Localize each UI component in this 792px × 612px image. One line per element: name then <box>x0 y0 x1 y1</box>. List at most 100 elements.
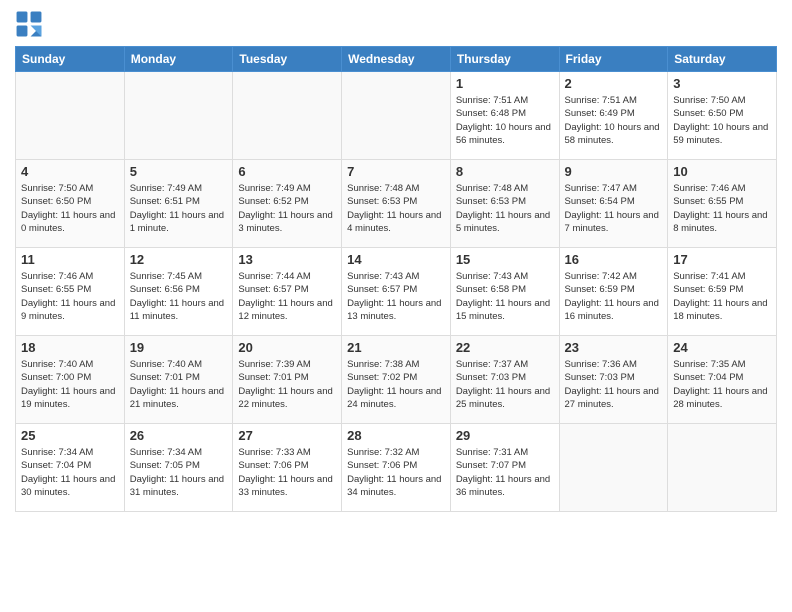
day-info: Sunrise: 7:44 AMSunset: 6:57 PMDaylight:… <box>238 270 336 323</box>
day-info: Sunrise: 7:50 AMSunset: 6:50 PMDaylight:… <box>21 182 119 235</box>
day-info: Sunrise: 7:39 AMSunset: 7:01 PMDaylight:… <box>238 358 336 411</box>
calendar-day-cell: 28 Sunrise: 7:32 AMSunset: 7:06 PMDayligh… <box>342 424 451 512</box>
day-number: 28 <box>347 428 445 443</box>
logo-icon <box>15 10 43 38</box>
weekday-header-tuesday: Tuesday <box>233 47 342 72</box>
calendar-day-cell <box>16 72 125 160</box>
day-number: 25 <box>21 428 119 443</box>
calendar-week-5: 25 Sunrise: 7:34 AMSunset: 7:04 PMDayligh… <box>16 424 777 512</box>
day-number: 23 <box>565 340 663 355</box>
day-info: Sunrise: 7:34 AMSunset: 7:05 PMDaylight:… <box>130 446 228 499</box>
calendar-day-cell: 16 Sunrise: 7:42 AMSunset: 6:59 PMDayligh… <box>559 248 668 336</box>
day-info: Sunrise: 7:47 AMSunset: 6:54 PMDaylight:… <box>565 182 663 235</box>
day-info: Sunrise: 7:41 AMSunset: 6:59 PMDaylight:… <box>673 270 771 323</box>
day-number: 26 <box>130 428 228 443</box>
calendar-day-cell: 18 Sunrise: 7:40 AMSunset: 7:00 PMDayligh… <box>16 336 125 424</box>
calendar-day-cell: 3 Sunrise: 7:50 AMSunset: 6:50 PMDaylight… <box>668 72 777 160</box>
day-number: 1 <box>456 76 554 91</box>
calendar-day-cell <box>124 72 233 160</box>
calendar-day-cell <box>668 424 777 512</box>
day-number: 5 <box>130 164 228 179</box>
day-number: 18 <box>21 340 119 355</box>
calendar-day-cell: 23 Sunrise: 7:36 AMSunset: 7:03 PMDayligh… <box>559 336 668 424</box>
calendar-day-cell: 8 Sunrise: 7:48 AMSunset: 6:53 PMDaylight… <box>450 160 559 248</box>
day-number: 6 <box>238 164 336 179</box>
calendar-day-cell: 26 Sunrise: 7:34 AMSunset: 7:05 PMDayligh… <box>124 424 233 512</box>
calendar-week-3: 11 Sunrise: 7:46 AMSunset: 6:55 PMDayligh… <box>16 248 777 336</box>
day-info: Sunrise: 7:42 AMSunset: 6:59 PMDaylight:… <box>565 270 663 323</box>
page-header <box>15 10 777 38</box>
calendar-day-cell: 25 Sunrise: 7:34 AMSunset: 7:04 PMDayligh… <box>16 424 125 512</box>
calendar-table: SundayMondayTuesdayWednesdayThursdayFrid… <box>15 46 777 512</box>
day-info: Sunrise: 7:51 AMSunset: 6:49 PMDaylight:… <box>565 94 663 147</box>
day-number: 11 <box>21 252 119 267</box>
day-info: Sunrise: 7:48 AMSunset: 6:53 PMDaylight:… <box>456 182 554 235</box>
day-info: Sunrise: 7:36 AMSunset: 7:03 PMDaylight:… <box>565 358 663 411</box>
day-info: Sunrise: 7:50 AMSunset: 6:50 PMDaylight:… <box>673 94 771 147</box>
day-number: 27 <box>238 428 336 443</box>
day-number: 19 <box>130 340 228 355</box>
day-number: 14 <box>347 252 445 267</box>
day-info: Sunrise: 7:32 AMSunset: 7:06 PMDaylight:… <box>347 446 445 499</box>
calendar-day-cell: 9 Sunrise: 7:47 AMSunset: 6:54 PMDaylight… <box>559 160 668 248</box>
weekday-header-monday: Monday <box>124 47 233 72</box>
calendar-day-cell: 20 Sunrise: 7:39 AMSunset: 7:01 PMDayligh… <box>233 336 342 424</box>
calendar-day-cell: 29 Sunrise: 7:31 AMSunset: 7:07 PMDayligh… <box>450 424 559 512</box>
day-info: Sunrise: 7:34 AMSunset: 7:04 PMDaylight:… <box>21 446 119 499</box>
day-number: 2 <box>565 76 663 91</box>
weekday-header-saturday: Saturday <box>668 47 777 72</box>
day-info: Sunrise: 7:35 AMSunset: 7:04 PMDaylight:… <box>673 358 771 411</box>
day-info: Sunrise: 7:31 AMSunset: 7:07 PMDaylight:… <box>456 446 554 499</box>
calendar-week-2: 4 Sunrise: 7:50 AMSunset: 6:50 PMDaylight… <box>16 160 777 248</box>
weekday-header-friday: Friday <box>559 47 668 72</box>
calendar-day-cell: 24 Sunrise: 7:35 AMSunset: 7:04 PMDayligh… <box>668 336 777 424</box>
calendar-day-cell: 15 Sunrise: 7:43 AMSunset: 6:58 PMDayligh… <box>450 248 559 336</box>
calendar-day-cell: 12 Sunrise: 7:45 AMSunset: 6:56 PMDayligh… <box>124 248 233 336</box>
day-number: 3 <box>673 76 771 91</box>
calendar-day-cell: 1 Sunrise: 7:51 AMSunset: 6:48 PMDaylight… <box>450 72 559 160</box>
day-info: Sunrise: 7:45 AMSunset: 6:56 PMDaylight:… <box>130 270 228 323</box>
day-info: Sunrise: 7:49 AMSunset: 6:51 PMDaylight:… <box>130 182 228 235</box>
day-number: 13 <box>238 252 336 267</box>
day-info: Sunrise: 7:33 AMSunset: 7:06 PMDaylight:… <box>238 446 336 499</box>
day-number: 17 <box>673 252 771 267</box>
calendar-day-cell: 17 Sunrise: 7:41 AMSunset: 6:59 PMDayligh… <box>668 248 777 336</box>
calendar-day-cell: 7 Sunrise: 7:48 AMSunset: 6:53 PMDaylight… <box>342 160 451 248</box>
calendar-day-cell: 10 Sunrise: 7:46 AMSunset: 6:55 PMDayligh… <box>668 160 777 248</box>
day-number: 7 <box>347 164 445 179</box>
weekday-header-row: SundayMondayTuesdayWednesdayThursdayFrid… <box>16 47 777 72</box>
day-number: 4 <box>21 164 119 179</box>
calendar-day-cell: 21Sunrise: 7:38 AMSunset: 7:02 PMDayligh… <box>342 336 451 424</box>
day-info: Sunrise: 7:46 AMSunset: 6:55 PMDaylight:… <box>21 270 119 323</box>
day-number: 16 <box>565 252 663 267</box>
day-number: 22 <box>456 340 554 355</box>
calendar-day-cell: 19 Sunrise: 7:40 AMSunset: 7:01 PMDayligh… <box>124 336 233 424</box>
day-info: Sunrise: 7:43 AMSunset: 6:58 PMDaylight:… <box>456 270 554 323</box>
day-number: 10 <box>673 164 771 179</box>
calendar-day-cell <box>342 72 451 160</box>
day-number: 29 <box>456 428 554 443</box>
calendar-day-cell: 2 Sunrise: 7:51 AMSunset: 6:49 PMDaylight… <box>559 72 668 160</box>
day-info: Sunrise: 7:46 AMSunset: 6:55 PMDaylight:… <box>673 182 771 235</box>
calendar-day-cell: 14Sunrise: 7:43 AMSunset: 6:57 PMDayligh… <box>342 248 451 336</box>
day-info: Sunrise: 7:40 AMSunset: 7:00 PMDaylight:… <box>21 358 119 411</box>
day-number: 15 <box>456 252 554 267</box>
calendar-day-cell: 5 Sunrise: 7:49 AMSunset: 6:51 PMDaylight… <box>124 160 233 248</box>
calendar-day-cell: 11 Sunrise: 7:46 AMSunset: 6:55 PMDayligh… <box>16 248 125 336</box>
calendar-day-cell: 22Sunrise: 7:37 AMSunset: 7:03 PMDayligh… <box>450 336 559 424</box>
day-number: 20 <box>238 340 336 355</box>
calendar-week-4: 18 Sunrise: 7:40 AMSunset: 7:00 PMDayligh… <box>16 336 777 424</box>
day-info: Sunrise: 7:40 AMSunset: 7:01 PMDaylight:… <box>130 358 228 411</box>
day-number: 12 <box>130 252 228 267</box>
calendar-week-1: 1 Sunrise: 7:51 AMSunset: 6:48 PMDaylight… <box>16 72 777 160</box>
weekday-header-sunday: Sunday <box>16 47 125 72</box>
day-info: Sunrise: 7:48 AMSunset: 6:53 PMDaylight:… <box>347 182 445 235</box>
calendar-day-cell: 6Sunrise: 7:49 AMSunset: 6:52 PMDaylight… <box>233 160 342 248</box>
day-number: 21 <box>347 340 445 355</box>
day-number: 8 <box>456 164 554 179</box>
weekday-header-wednesday: Wednesday <box>342 47 451 72</box>
calendar-day-cell: 27 Sunrise: 7:33 AMSunset: 7:06 PMDayligh… <box>233 424 342 512</box>
day-number: 9 <box>565 164 663 179</box>
day-number: 24 <box>673 340 771 355</box>
day-info: Sunrise: 7:51 AMSunset: 6:48 PMDaylight:… <box>456 94 554 147</box>
